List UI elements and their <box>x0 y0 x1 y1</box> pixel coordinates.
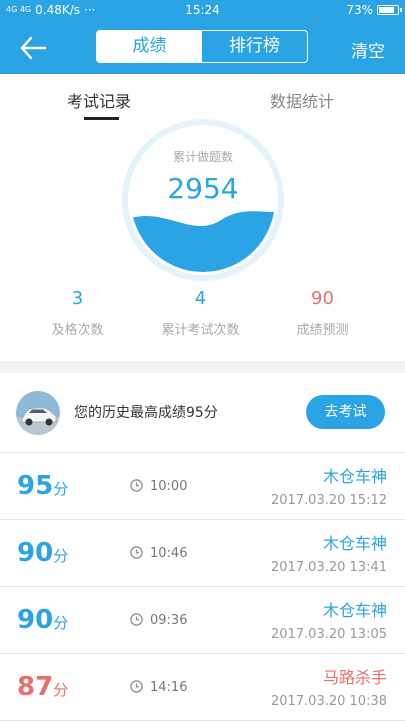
tab-data-stats[interactable]: 数据统计 <box>270 88 334 112</box>
stat-label: 及格次数 <box>51 323 104 338</box>
car-avatar <box>16 391 60 435</box>
stat-score-prediction: 90 成绩预测 <box>255 288 390 338</box>
record-row[interactable]: 95分 10:00 木仓车神 2017.03.20 15:12 <box>0 453 405 520</box>
record-score: 95分 <box>17 471 69 501</box>
record-duration: 10:00 <box>150 479 188 494</box>
clear-button[interactable]: 清空 <box>351 37 385 62</box>
active-tab-indicator <box>84 117 119 120</box>
record-row[interactable]: 90分 10:46 木仓车神 2017.03.20 13:41 <box>0 520 405 587</box>
record-title: 马路杀手 <box>322 668 387 687</box>
stat-exam-count: 4 累计考试次数 <box>133 288 268 338</box>
segment-scores[interactable]: 成绩 <box>97 31 202 62</box>
record-duration: 10:46 <box>150 546 188 561</box>
status-bar: 4G 4G 0.48K/s ··· 15:24 73% <box>0 0 405 22</box>
record-row[interactable]: 87分 14:16 马路杀手 2017.03.20 10:38 <box>0 654 405 721</box>
record-row[interactable]: 90分 09:36 木仓车神 2017.03.20 13:05 <box>0 587 405 654</box>
stat-value: 3 <box>71 288 84 309</box>
back-arrow-icon[interactable] <box>18 34 48 62</box>
battery-icon <box>377 5 402 15</box>
record-title: 木仓车神 <box>322 467 387 486</box>
segmented-control: 成绩 排行榜 <box>96 30 308 63</box>
record-date: 2017.03.20 10:38 <box>270 694 387 709</box>
status-time: 15:24 <box>185 3 220 17</box>
best-score-row: 您的历史最高成绩95分 去考试 <box>0 373 405 453</box>
stat-label: 累计考试次数 <box>161 323 240 338</box>
clock-icon <box>130 613 143 626</box>
record-date: 2017.03.20 13:41 <box>270 560 387 575</box>
record-date: 2017.03.20 15:12 <box>270 493 387 508</box>
record-title: 木仓车神 <box>322 601 387 620</box>
clock-icon <box>130 479 143 492</box>
record-title: 木仓车神 <box>322 534 387 553</box>
stat-value: 90 <box>311 288 334 309</box>
stat-label: 成绩预测 <box>296 323 349 338</box>
tab-exam-records[interactable]: 考试记录 <box>67 88 131 112</box>
segment-leaderboard[interactable]: 排行榜 <box>202 31 307 62</box>
record-score: 90分 <box>17 538 69 568</box>
clock-icon <box>130 546 143 559</box>
record-score: 90分 <box>17 605 69 635</box>
record-tabs: 考试记录 数据统计 <box>0 74 405 120</box>
battery-percent: 73% <box>346 3 373 17</box>
stat-pass-count: 3 及格次数 <box>10 288 145 338</box>
stat-value: 4 <box>194 288 207 309</box>
best-score-text: 您的历史最高成绩95分 <box>74 405 218 421</box>
app-header: 成绩 排行榜 清空 <box>0 22 405 74</box>
record-date: 2017.03.20 13:05 <box>270 627 387 642</box>
record-score: 87分 <box>17 672 69 702</box>
gauge-label: 累计做题数 <box>172 150 233 164</box>
take-exam-button[interactable]: 去考试 <box>306 395 385 429</box>
gauge-value: 2954 <box>167 172 239 205</box>
record-duration: 14:16 <box>150 680 188 695</box>
records-list: 95分 10:00 木仓车神 2017.03.20 15:12 90分 10:4… <box>0 453 405 721</box>
record-duration: 09:36 <box>150 613 188 628</box>
clock-icon <box>130 680 143 693</box>
stats-card: 考试记录 数据统计 累计做题数 2954 3 及格次数 4 累计考试次数 90 … <box>0 74 405 361</box>
